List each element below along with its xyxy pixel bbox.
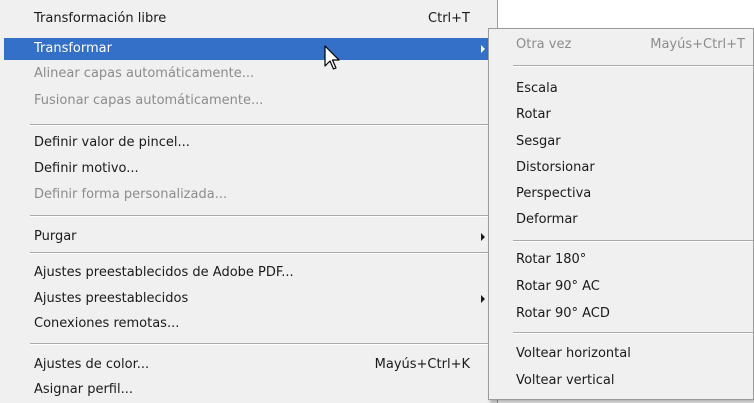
- menu-item-fusionar-capas[interactable]: Fusionar capas automáticamente...: [4, 90, 493, 112]
- menu-item-label: Perspectiva: [516, 186, 592, 201]
- menu-item-definir-pincel[interactable]: Definir valor de pincel...: [4, 132, 493, 154]
- menu-item-label: Transformación libre: [34, 11, 167, 26]
- submenu-item-voltear-vertical[interactable]: Voltear vertical: [491, 370, 751, 392]
- menu-item-transformar[interactable]: Transformar: [4, 38, 493, 60]
- submenu-item-distorsionar[interactable]: Distorsionar: [491, 157, 751, 179]
- submenu-item-rotar-90-ac[interactable]: Rotar 90° AC: [491, 276, 751, 298]
- menu-item-label: Distorsionar: [516, 160, 595, 175]
- menu-item-ajustes-preestablecidos[interactable]: Ajustes preestablecidos: [4, 288, 493, 310]
- menu-item-label: Rotar 90° AC: [516, 279, 600, 294]
- submenu-item-escala[interactable]: Escala: [491, 78, 751, 100]
- menu-separator: [30, 124, 496, 126]
- menu-item-label: Purgar: [34, 229, 77, 244]
- menu-item-label: Escala: [516, 81, 558, 96]
- menu-item-label: Ajustes preestablecidos: [34, 291, 189, 306]
- submenu-item-sesgar[interactable]: Sesgar: [491, 131, 751, 153]
- menu-separator: [513, 332, 753, 334]
- menu-item-ajustes-adobe-pdf[interactable]: Ajustes preestablecidos de Adobe PDF...: [4, 262, 493, 284]
- menu-separator: [513, 65, 753, 67]
- submenu-item-perspectiva[interactable]: Perspectiva: [491, 183, 751, 205]
- transform-submenu: Otra vez Mayús+Ctrl+T Escala Rotar Sesga…: [488, 28, 754, 400]
- menu-item-label: Otra vez: [516, 37, 572, 52]
- edit-menu: Transformación libre Ctrl+T Transformar …: [0, 0, 498, 403]
- submenu-item-otra-vez[interactable]: Otra vez Mayús+Ctrl+T: [491, 34, 751, 56]
- submenu-item-deformar[interactable]: Deformar: [491, 209, 751, 231]
- menu-item-shortcut: Mayús+Ctrl+T: [650, 37, 745, 52]
- menu-item-label: Ajustes de color...: [34, 357, 150, 372]
- menu-item-definir-motivo[interactable]: Definir motivo...: [4, 158, 493, 180]
- mouse-pointer-icon: [324, 45, 340, 70]
- submenu-item-voltear-horizontal[interactable]: Voltear horizontal: [491, 343, 751, 365]
- menu-item-label: Deformar: [516, 212, 578, 227]
- menu-item-asignar-perfil[interactable]: Asignar perfil...: [4, 379, 493, 401]
- submenu-item-rotar-90-acd[interactable]: Rotar 90° ACD: [491, 303, 751, 325]
- menu-item-definir-forma[interactable]: Definir forma personalizada...: [4, 184, 493, 206]
- menu-item-shortcut: Ctrl+T: [428, 11, 470, 26]
- menu-item-label: Voltear vertical: [516, 373, 615, 388]
- menu-item-label: Definir forma personalizada...: [34, 187, 228, 202]
- menu-item-transformacion-libre[interactable]: Transformación libre Ctrl+T: [4, 8, 493, 30]
- menu-item-ajustes-color[interactable]: Ajustes de color... Mayús+Ctrl+K: [4, 354, 493, 376]
- menu-item-label: Sesgar: [516, 134, 561, 149]
- menu-separator: [30, 252, 496, 254]
- menu-item-label: Rotar 180°: [516, 252, 587, 267]
- menu-item-label: Definir motivo...: [34, 161, 139, 176]
- menu-item-label: Transformar: [34, 41, 112, 56]
- submenu-item-rotar-180[interactable]: Rotar 180°: [491, 249, 751, 271]
- menu-separator: [30, 343, 496, 345]
- menu-item-label: Conexiones remotas...: [34, 316, 180, 331]
- menu-separator: [30, 215, 496, 217]
- submenu-arrow-icon: [481, 295, 485, 303]
- menu-item-label: Alinear capas automáticamente...: [34, 66, 255, 81]
- menu-item-label: Asignar perfil...: [34, 382, 134, 397]
- menu-item-label: Fusionar capas automáticamente...: [34, 93, 264, 108]
- menu-item-label: Definir valor de pincel...: [34, 135, 190, 150]
- menu-item-label: Voltear horizontal: [516, 346, 631, 361]
- menu-item-label: Rotar: [516, 107, 551, 122]
- menu-item-shortcut: Mayús+Ctrl+K: [374, 357, 470, 372]
- submenu-item-rotar[interactable]: Rotar: [491, 104, 751, 126]
- menu-item-alinear-capas[interactable]: Alinear capas automáticamente...: [4, 63, 493, 85]
- menu-item-conexiones-remotas[interactable]: Conexiones remotas...: [4, 313, 493, 335]
- submenu-arrow-icon: [481, 45, 485, 53]
- menu-item-purgar[interactable]: Purgar: [4, 226, 493, 248]
- menu-item-label: Ajustes preestablecidos de Adobe PDF...: [34, 265, 294, 280]
- menu-separator: [513, 240, 753, 242]
- submenu-arrow-icon: [481, 233, 485, 241]
- menu-item-label: Rotar 90° ACD: [516, 306, 610, 321]
